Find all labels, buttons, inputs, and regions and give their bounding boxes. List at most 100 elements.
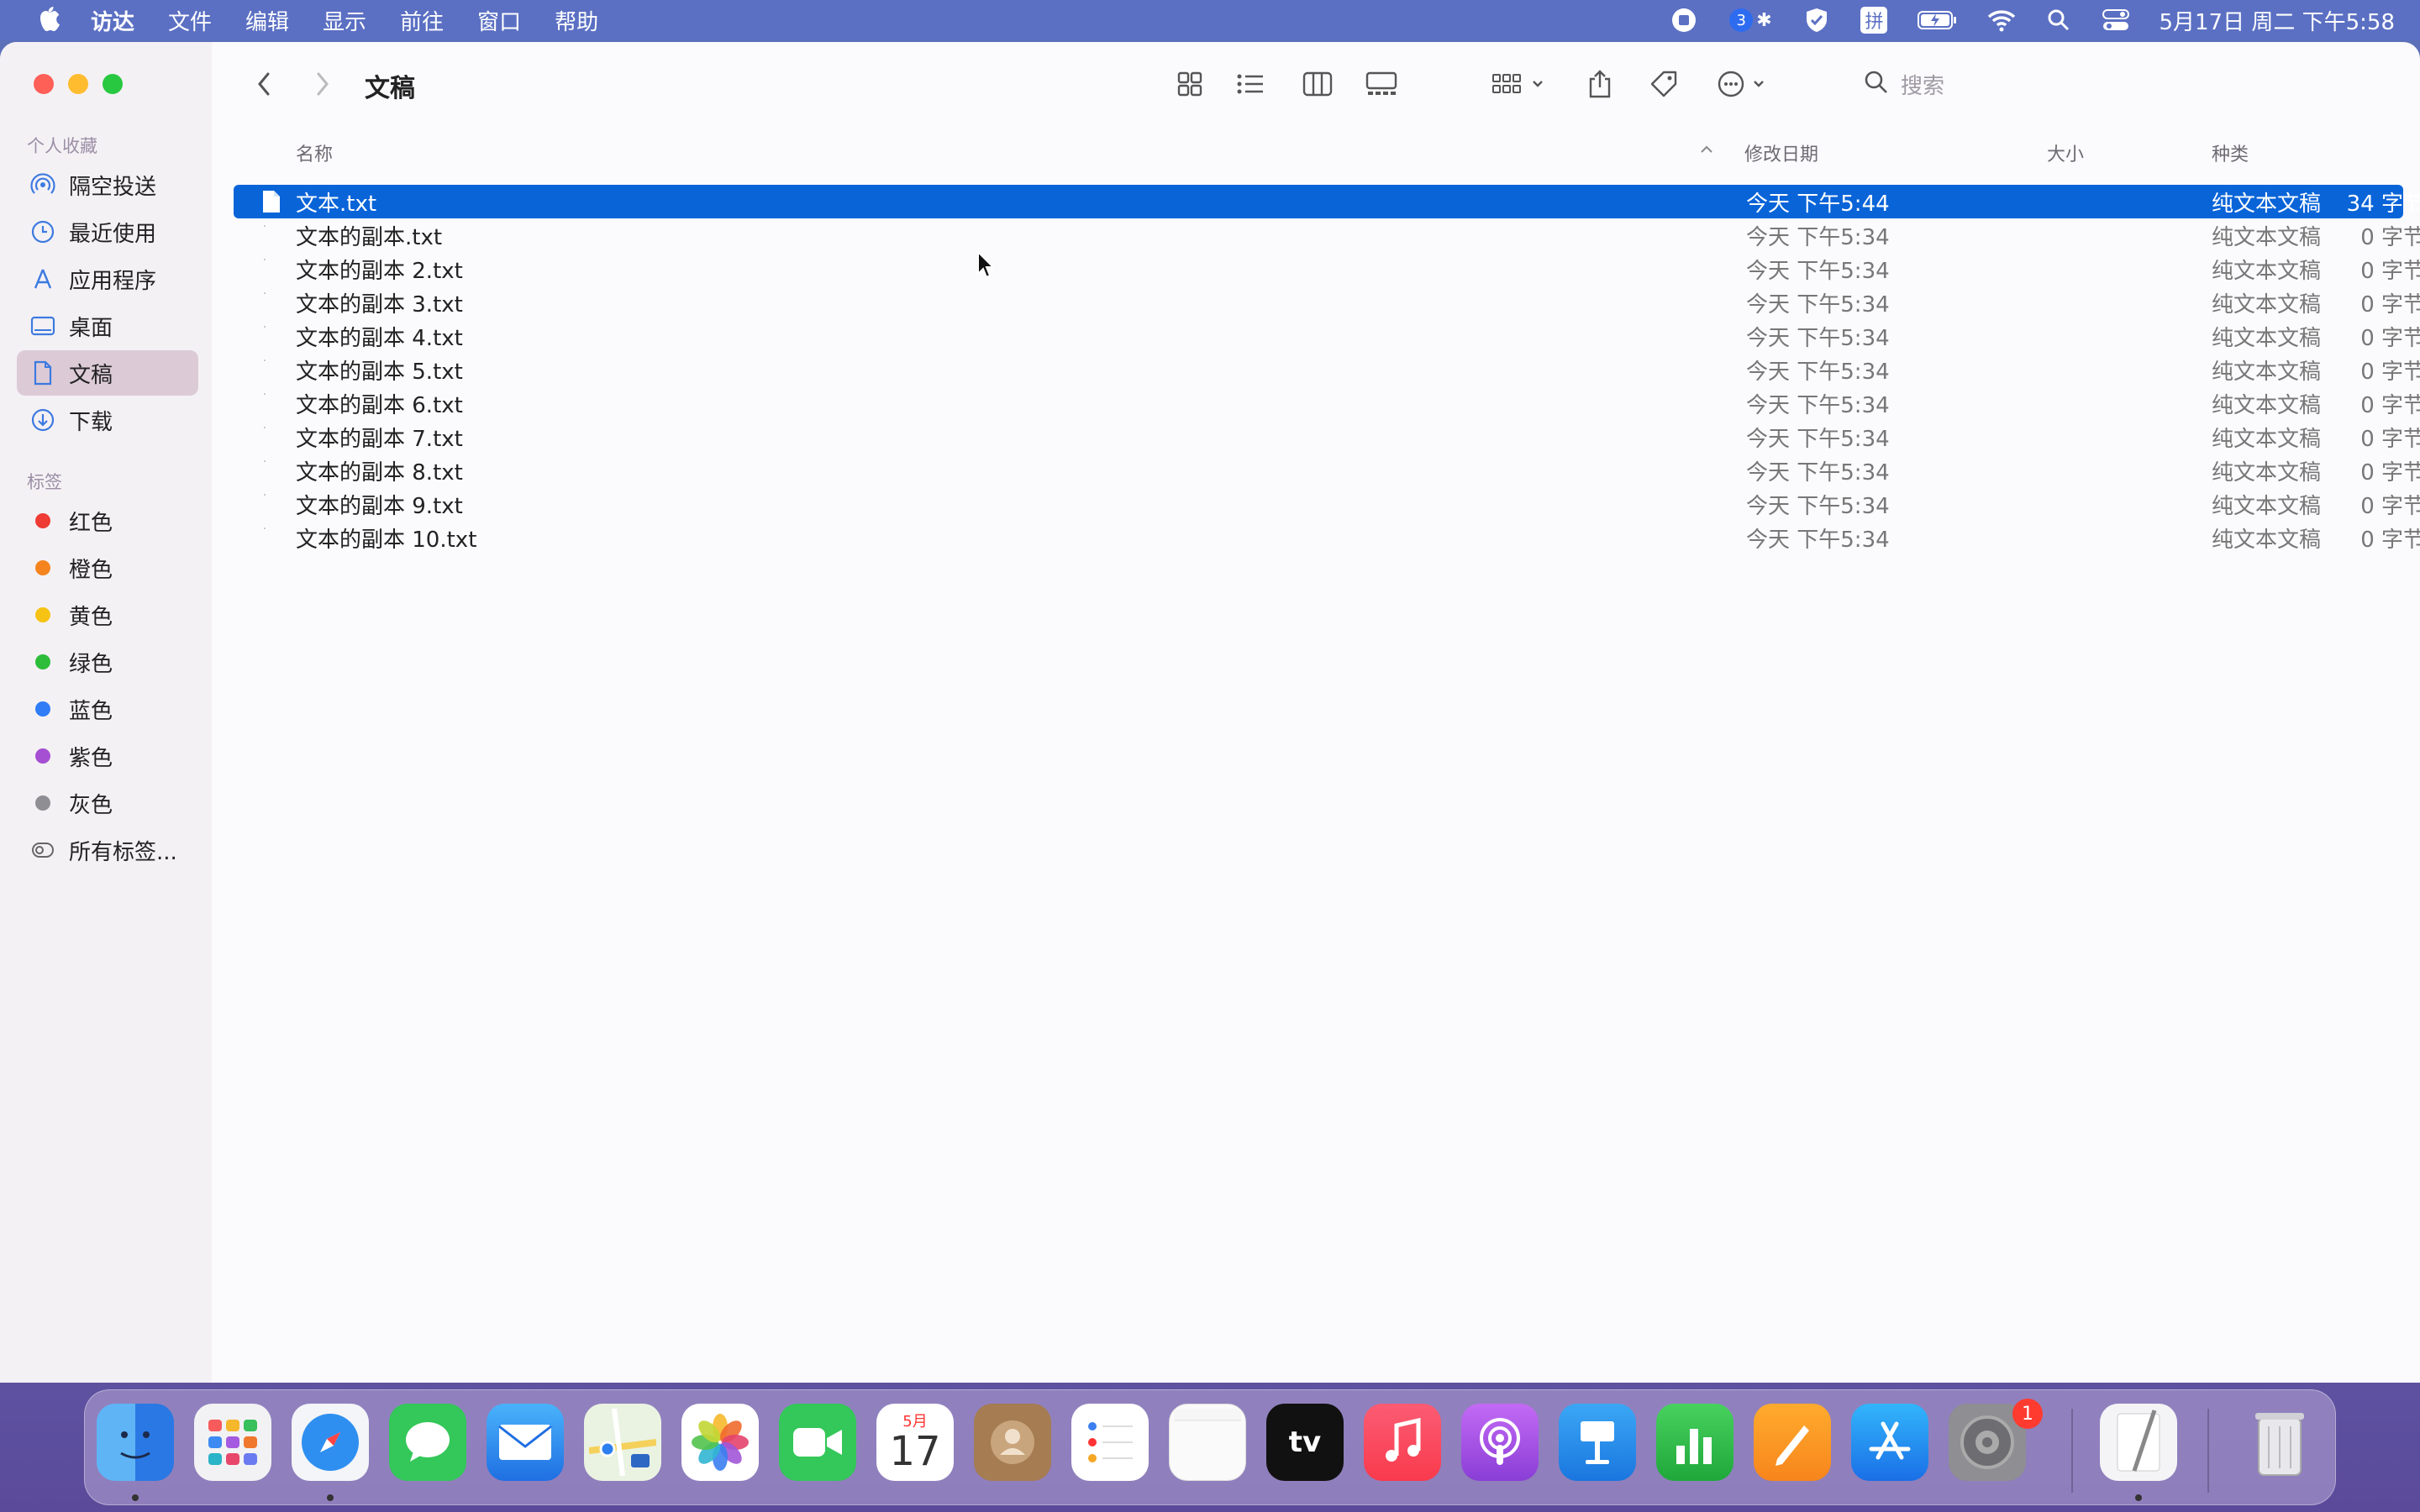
photos-icon[interactable] (681, 1404, 759, 1481)
mail-icon[interactable] (487, 1404, 564, 1481)
menu-help[interactable]: 帮助 (555, 5, 598, 36)
menu-view[interactable]: 显示 (323, 5, 366, 36)
back-button[interactable] (247, 67, 281, 101)
numbers-icon[interactable] (1656, 1404, 1733, 1481)
zoom-window-button[interactable] (103, 74, 123, 94)
launchpad-icon[interactable] (194, 1404, 271, 1481)
notification-status-icon[interactable]: 3 ✱ (1727, 6, 1774, 34)
file-row[interactable]: 文本的副本 8.txt 今天 下午5:34 0 字节 纯文本文稿 (234, 454, 2420, 487)
sidebar-item-desktop[interactable]: 桌面 (17, 303, 198, 349)
sidebar-tag-gray[interactable]: 灰色 (17, 780, 198, 826)
tag-button[interactable] (1647, 67, 1681, 101)
column-header-name[interactable]: 名称 (296, 139, 333, 166)
clock-icon (30, 219, 55, 244)
music-icon[interactable] (1364, 1404, 1441, 1481)
textedit-icon[interactable] (2100, 1404, 2177, 1481)
applications-icon (30, 266, 55, 291)
forward-button[interactable] (306, 67, 339, 101)
sidebar-tag-blue[interactable]: 蓝色 (17, 686, 198, 732)
dock-separator (2071, 1409, 2073, 1493)
file-kind: 纯文本文稿 (2212, 493, 2322, 519)
file-row[interactable]: 文本的副本 3.txt 今天 下午5:34 0 字节 纯文本文稿 (234, 286, 2420, 319)
more-actions-button[interactable] (1716, 67, 1775, 101)
battery-icon[interactable] (1917, 6, 1959, 34)
desktop-icon (30, 313, 55, 339)
calendar-icon[interactable]: 5月 17 (876, 1404, 954, 1481)
file-row[interactable]: 文本的副本 7.txt 今天 下午5:34 0 字节 纯文本文稿 (234, 420, 2420, 454)
sidebar-item-recents[interactable]: 最近使用 (17, 209, 198, 255)
sidebar-tag-orange[interactable]: 橙色 (17, 545, 198, 591)
file-row[interactable]: 文本的副本 4.txt 今天 下午5:34 0 字节 纯文本文稿 (234, 319, 2420, 353)
gallery-view-button[interactable] (1365, 67, 1398, 101)
file-row[interactable]: 文本的副本 10.txt 今天 下午5:34 0 字节 纯文本文稿 (234, 521, 2420, 554)
minimize-window-button[interactable] (68, 74, 88, 94)
file-date: 今天 下午5:34 (1746, 392, 1890, 418)
file-date: 今天 下午5:34 (1746, 291, 1890, 318)
running-indicator (327, 1494, 334, 1501)
control-center-icon[interactable] (2102, 6, 2130, 34)
screen-record-icon[interactable] (1670, 6, 1698, 34)
window-title: 文稿 (365, 74, 415, 103)
file-row[interactable]: 文本的副本 6.txt 今天 下午5:34 0 字节 纯文本文稿 (234, 386, 2420, 420)
menu-file[interactable]: 文件 (168, 5, 212, 36)
column-header-size[interactable]: 大小 (2047, 139, 2084, 166)
wifi-icon[interactable] (1987, 6, 2016, 34)
tag-dot-red-icon (30, 508, 55, 533)
menu-edit[interactable]: 编辑 (245, 5, 289, 36)
sidebar-tag-yellow[interactable]: 黄色 (17, 592, 198, 638)
icon-view-button[interactable] (1173, 67, 1207, 101)
list-view-button[interactable] (1234, 67, 1267, 101)
trash-icon[interactable] (2241, 1404, 2318, 1481)
file-row[interactable]: 文本的副本.txt 今天 下午5:34 0 字节 纯文本文稿 (234, 218, 2420, 252)
settings-badge: 1 (2012, 1399, 2043, 1429)
contacts-icon[interactable] (974, 1404, 1051, 1481)
column-header-kind[interactable]: 种类 (2212, 139, 2249, 166)
download-icon (30, 407, 55, 433)
messages-icon[interactable] (389, 1404, 466, 1481)
app-store-icon[interactable] (1851, 1404, 1928, 1481)
file-row[interactable]: 文本.txt 今天 下午5:44 34 字节 纯文本文稿 (234, 185, 2420, 218)
maps-icon[interactable] (584, 1404, 661, 1481)
share-button[interactable] (1583, 67, 1617, 101)
sidebar-tag-red[interactable]: 红色 (17, 498, 198, 543)
file-row[interactable]: 文本的副本 9.txt 今天 下午5:34 0 字节 纯文本文稿 (234, 487, 2420, 521)
keynote-icon[interactable] (1559, 1404, 1636, 1481)
facetime-icon[interactable] (779, 1404, 856, 1481)
column-header-date[interactable]: 修改日期 (1744, 139, 1818, 166)
sidebar-tag-purple[interactable]: 紫色 (17, 733, 198, 779)
column-view-button[interactable] (1301, 67, 1334, 101)
sort-ascending-icon[interactable] (1699, 138, 1714, 159)
file-row[interactable]: 文本的副本 5.txt 今天 下午5:34 0 字节 纯文本文稿 (234, 353, 2420, 386)
menu-window[interactable]: 窗口 (477, 5, 521, 36)
apple-tv-icon[interactable]: tv (1266, 1404, 1344, 1481)
dock: 5月 17 tv 1 (84, 1389, 2336, 1505)
apple-menu-icon[interactable] (35, 6, 64, 34)
sidebar-item-documents[interactable]: 文稿 (17, 350, 198, 396)
sidebar-item-airdrop[interactable]: 隔空投送 (17, 162, 198, 207)
search-field[interactable]: 搜索 (1864, 67, 2032, 101)
sidebar-item-label: 红色 (69, 510, 113, 536)
reminders-icon[interactable] (1071, 1404, 1149, 1481)
podcasts-icon[interactable] (1461, 1404, 1539, 1481)
pages-icon[interactable] (1754, 1404, 1831, 1481)
group-by-button[interactable] (1491, 67, 1551, 101)
sidebar-item-label: 橙色 (69, 557, 113, 583)
sidebar-item-applications[interactable]: 应用程序 (17, 256, 198, 302)
sidebar-item-label: 最近使用 (69, 221, 157, 247)
sidebar-all-tags[interactable]: 所有标签... (17, 827, 198, 873)
sidebar-tag-green[interactable]: 绿色 (17, 639, 198, 685)
input-method-icon[interactable]: 拼 (1860, 6, 1888, 34)
sidebar-item-downloads[interactable]: 下载 (17, 397, 198, 443)
finder-icon[interactable] (97, 1404, 174, 1481)
file-row[interactable]: 文本的副本 2.txt 今天 下午5:34 0 字节 纯文本文稿 (234, 252, 2420, 286)
close-window-button[interactable] (34, 74, 54, 94)
menu-app-name[interactable]: 访达 (91, 5, 134, 36)
shield-icon[interactable] (1802, 6, 1831, 34)
safari-icon[interactable] (292, 1404, 369, 1481)
search-placeholder: 搜索 (1901, 73, 1945, 99)
spotlight-search-icon[interactable] (2044, 6, 2073, 34)
file-date: 今天 下午5:34 (1746, 258, 1890, 284)
notes-icon[interactable] (1169, 1404, 1246, 1481)
menubar-clock[interactable]: 5月17日 周二 下午5:58 (2159, 5, 2395, 36)
menu-go[interactable]: 前往 (400, 5, 444, 36)
